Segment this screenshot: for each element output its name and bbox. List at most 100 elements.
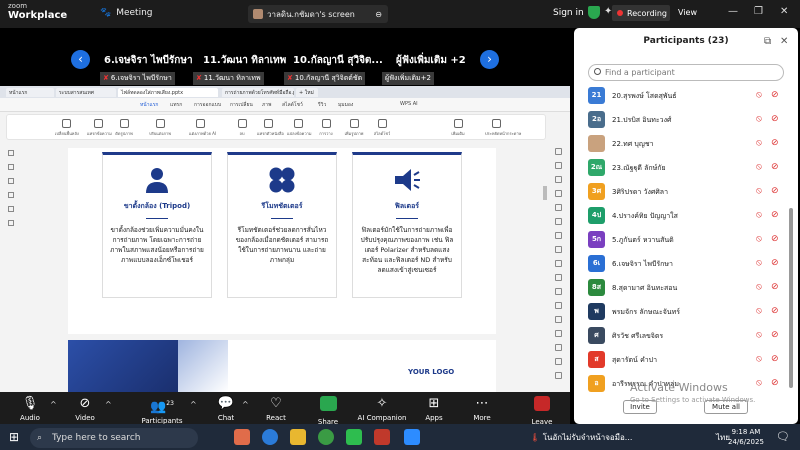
strip-next-icon[interactable]: › [480,50,499,69]
sidebar-icon[interactable] [555,246,562,253]
participant-row[interactable]: 4ป 4.ปรางค์ทิย ปัญญาใส ⦸ ⊘ [574,206,788,228]
zoom-taskbar-icon[interactable] [404,429,420,445]
ribbon-tab[interactable]: การออกแบบ [194,101,221,109]
browser-tab-active[interactable]: ไฟล์ทดลองใส่ภาพเสียง.pptx [118,88,218,97]
sidebar-icon[interactable] [555,148,562,155]
sidebar-icon[interactable] [8,178,14,184]
tool-button[interactable]: เพิ่มรูปภาพ [343,119,365,137]
tool-button[interactable]: แต่งภาพด้วย AI [189,119,216,137]
ribbon-tab[interactable]: สไลด์โชว์ [282,101,303,109]
participant-row[interactable]: 5ก 5.ภูกันตร์ หวานสันติ ⦸ ⊘ [574,230,788,252]
windows-start-icon[interactable]: ⊞ [9,430,19,444]
sidebar-icon[interactable] [555,176,562,183]
sidebar-icon[interactable] [555,302,562,309]
participant-row[interactable]: พ พรมจักร ลักษณะจันทร์ ⦸ ⊘ [574,302,788,324]
slide-scrollbar[interactable] [543,186,547,200]
shield-icon[interactable] [588,6,600,19]
browser-tab[interactable]: ระบบสารสนเทศ [56,88,116,97]
participants-button[interactable]: 👥23 Participants [132,396,192,425]
participant-row[interactable]: 3ศ 3ศิริปรดา วังศศิลา ⦸ ⊘ [574,182,788,204]
tool-button[interactable]: ปรับแต่งภาพ [149,119,171,137]
chrome-icon[interactable] [318,429,334,445]
sidebar-icon[interactable] [555,232,562,239]
maximize-icon[interactable]: ❐ [754,6,763,17]
tool-button[interactable]: สไลด์โชว์ [371,119,393,137]
sidebar-icon[interactable] [555,288,562,295]
sidebar-icon[interactable] [555,274,562,281]
sidebar-icon[interactable] [555,330,562,337]
tool-button[interactable]: ลบ [231,119,253,137]
edge-icon[interactable] [262,429,278,445]
ribbon-tab[interactable]: การเปลี่ยน [230,101,253,109]
participant-row[interactable]: 22.ทศ บุญชา ⦸ ⊘ [574,134,788,156]
more-icon[interactable]: ⊖ [375,10,382,19]
tool-button[interactable]: แทรกข้อความ [87,119,112,137]
recording-indicator[interactable]: Recording [612,5,670,21]
tool-button[interactable]: เปลี่ยนพื้นหลัง [55,119,79,137]
leave-button[interactable]: Leave [512,396,572,426]
minimize-icon[interactable]: — [728,6,738,17]
participant-row[interactable]: 2อ 21.ปรบิส อินทะวงศ์ ⦸ ⊘ [574,110,788,132]
new-tab-button[interactable]: + ใหม่ [296,88,318,97]
sidebar-icon[interactable] [555,162,562,169]
sidebar-icon[interactable] [555,344,562,351]
tool-button[interactable]: แปลงข้อความ [287,119,311,137]
participant-search-input[interactable]: Find a participant [588,64,784,81]
taskbar-notification[interactable]: 🌡 โนอักไม่รับจำหน้าจอมือ... [530,431,632,444]
ribbon-tab-wps-ai[interactable]: WPS AI [400,101,418,107]
share-button[interactable]: Share [298,396,358,426]
screen-share-indicator[interactable]: วาลดิน.กชัมดา's screen ⊖ [248,5,388,23]
notification-icon[interactable]: 🗨 [776,430,790,443]
sidebar-icon[interactable] [555,218,562,225]
acrobat-icon[interactable] [374,429,390,445]
participant-row[interactable]: 2ณ 23.ณัฐฐุดี ลักษ์กัย ⦸ ⊘ [574,158,788,180]
sidebar-icon[interactable] [8,220,14,226]
browser-tab[interactable]: หน้าแรก [6,88,54,97]
tool-button[interactable]: ประหยัดหน้ากระดาษ [485,119,521,137]
mic-muted-icon: ✘ [287,74,293,82]
sidebar-icon[interactable] [555,260,562,267]
taskbar-clock[interactable]: 9:18 AM 24/6/2025 [728,427,764,447]
react-button[interactable]: ♡ React [246,396,306,422]
sidebar-icon[interactable] [8,206,14,212]
tool-button[interactable]: การวาง [315,119,337,137]
participant-row[interactable]: 8ส 8.สุดามาศ อินทะสอน ⦸ ⊘ [574,278,788,300]
file-explorer-icon[interactable] [290,429,306,445]
sidebar-icon[interactable] [8,164,14,170]
participant-row[interactable]: ศ ศิรวัช ศรีเลขจิตร ⦸ ⊘ [574,326,788,348]
sidebar-icon[interactable] [555,358,562,365]
sign-in-button[interactable]: Sign in [553,8,584,18]
ai-companion-button[interactable]: ✧ AI Companion [352,396,412,422]
taskbar-search-input[interactable]: ⌕ Type here to search [30,428,198,448]
tool-label: ลบ [239,131,245,136]
ribbon-tab[interactable]: ภาพ [262,101,271,109]
tool-button[interactable]: เพิ่มเติม [447,119,469,137]
more-button[interactable]: ⋯ More [452,396,512,422]
browser-tab[interactable]: การถ่ายภาพด้วยโทรศัพท์มือถือ.pptx [222,88,294,97]
ribbon-tab[interactable]: แทรก [170,101,182,109]
close-panel-icon[interactable]: ✕ [780,36,788,47]
sidebar-icon[interactable] [555,190,562,197]
sidebar-icon[interactable] [8,150,14,156]
tool-button[interactable]: ตัดรูปภาพ [113,119,135,137]
tool-button[interactable]: แทรกตัวหนังสือ [257,119,284,137]
strip-prev-icon[interactable]: ‹ [71,50,90,69]
popout-icon[interactable]: ⧉ [764,36,771,47]
chevron-up-icon[interactable]: ^ [105,400,112,409]
ribbon-tab[interactable]: มุมมอง [338,101,353,109]
video-label: Video [75,414,95,422]
sidebar-icon[interactable] [555,204,562,211]
copilot-icon[interactable] [234,429,250,445]
sidebar-icon[interactable] [8,192,14,198]
ribbon-tab[interactable]: รีวิว [318,101,326,109]
participants-scrollbar[interactable] [789,208,793,388]
participant-row[interactable]: 21 20.สุรพงษ์ โสดสุพันธ์ ⦸ ⊘ [574,86,788,108]
sidebar-icon[interactable] [555,316,562,323]
ribbon-tab-home[interactable]: หน้าแรก [140,101,158,109]
view-button[interactable]: View [678,8,697,17]
participant-row[interactable]: ส สุดารัตน์ คำปา ⦸ ⊘ [574,350,788,372]
close-icon[interactable]: ✕ [780,6,788,17]
line-icon[interactable] [346,429,362,445]
sidebar-icon[interactable] [555,372,562,379]
participant-row[interactable]: 6เ 6.เจษจิรา ไพบีรักษา ⦸ ⊘ [574,254,788,276]
